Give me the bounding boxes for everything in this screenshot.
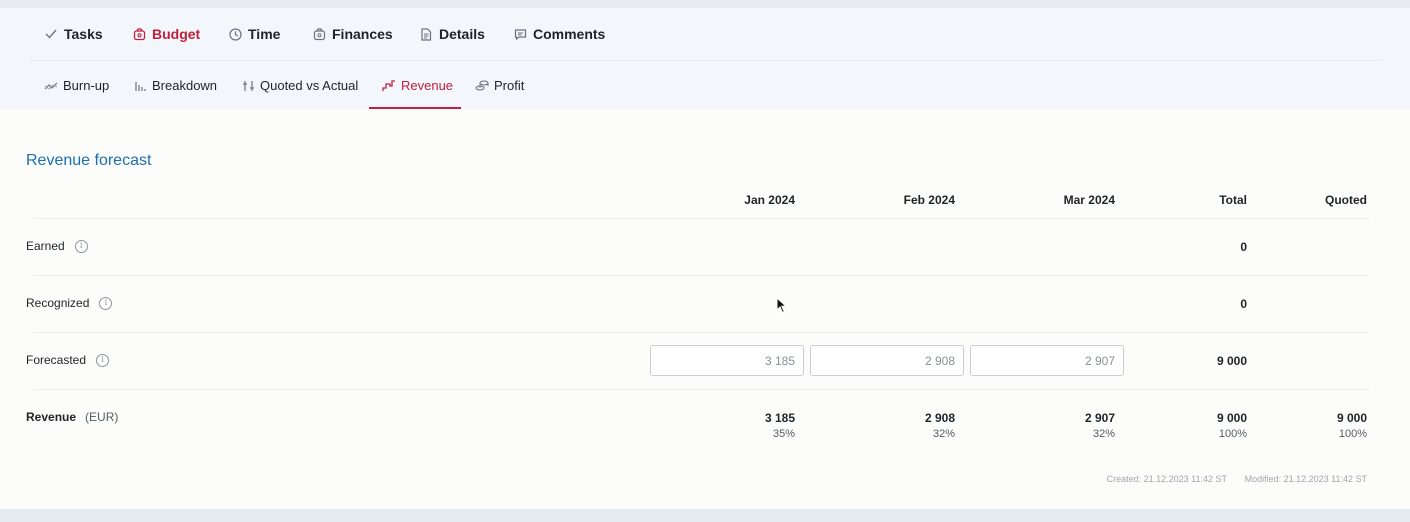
check-icon xyxy=(44,27,58,41)
column-header-quoted: Quoted xyxy=(1325,193,1367,207)
finances-icon xyxy=(312,27,326,41)
quoted-vs-actual-icon xyxy=(241,79,255,93)
tab-time[interactable]: Time xyxy=(228,8,280,60)
section-title: Revenue forecast xyxy=(26,152,152,169)
breakdown-icon xyxy=(133,79,147,93)
tab-label: Comments xyxy=(533,26,606,42)
subtab-burn-up[interactable]: Burn-up xyxy=(44,62,109,109)
revenue-mar: 2 907 xyxy=(1084,411,1115,425)
revenue-jan-percent: 35% xyxy=(772,428,795,440)
revenue-total: 9 000 xyxy=(1216,411,1247,425)
revenue-feb: 2 908 xyxy=(924,411,955,425)
tab-budget[interactable]: Budget xyxy=(132,8,200,60)
tab-label: Details xyxy=(439,26,485,42)
subtab-label: Revenue xyxy=(401,78,454,93)
tab-details[interactable]: Details xyxy=(419,8,485,60)
row-divider xyxy=(34,218,1370,219)
subtab-label: Breakdown xyxy=(152,78,218,93)
top-strip xyxy=(0,0,1410,8)
column-header-jan: Jan 2024 xyxy=(744,193,795,207)
sub-tabs: Burn-up Breakdown Quoted vs Actual Reven… xyxy=(0,62,1410,109)
row-label-text: Forecasted xyxy=(26,353,87,367)
revenue-icon xyxy=(382,79,396,93)
document-icon xyxy=(419,27,433,41)
row-earned-label: Earned i xyxy=(26,239,88,253)
info-icon[interactable]: i xyxy=(96,353,110,367)
row-label-text: Recognized xyxy=(26,296,90,310)
revenue-mar-percent: 32% xyxy=(1092,428,1115,440)
revenue-quoted-percent: 100% xyxy=(1338,428,1367,440)
revenue-total-percent: 100% xyxy=(1218,428,1247,440)
modified-timestamp: Modified: 21.12.2023 11:42 ST xyxy=(1244,474,1367,484)
tab-label: Tasks xyxy=(64,26,103,42)
forecast-input-mar[interactable] xyxy=(970,345,1124,376)
tab-tasks[interactable]: Tasks xyxy=(44,8,103,60)
tab-label: Budget xyxy=(152,26,201,42)
row-label-text: Earned xyxy=(26,239,65,253)
burnup-icon xyxy=(44,79,58,93)
comment-icon xyxy=(513,27,527,41)
revenue-panel: Revenue forecast Jan 2024 Feb 2024 Mar 2… xyxy=(0,109,1410,509)
mouse-cursor-icon xyxy=(776,296,788,319)
tab-label: Finances xyxy=(332,26,393,42)
subtab-profit[interactable]: Profit xyxy=(475,62,524,109)
subtab-label: Burn-up xyxy=(63,78,110,93)
row-revenue-label: Revenue (EUR) xyxy=(26,410,118,424)
currency-unit: (EUR) xyxy=(85,410,119,424)
column-header-feb: Feb 2024 xyxy=(903,193,955,207)
subtab-label: Quoted vs Actual xyxy=(260,78,359,93)
subtab-breakdown[interactable]: Breakdown xyxy=(133,62,217,109)
revenue-quoted: 9 000 xyxy=(1336,411,1367,425)
column-header-mar: Mar 2024 xyxy=(1063,193,1115,207)
row-recognized-label: Recognized i xyxy=(26,296,113,310)
tab-header: Tasks Budget Time Finances Details Comme… xyxy=(0,8,1410,109)
earned-total: 0 xyxy=(1240,240,1247,254)
row-divider xyxy=(34,275,1370,276)
revenue-jan: 3 185 xyxy=(764,411,795,425)
bottom-bar xyxy=(0,509,1410,522)
header-divider xyxy=(30,60,1382,61)
forecast-input-jan[interactable] xyxy=(650,345,804,376)
budget-icon xyxy=(132,27,146,41)
forecast-input-feb[interactable] xyxy=(810,345,964,376)
info-icon[interactable]: i xyxy=(99,296,113,310)
created-timestamp: Created: 21.12.2023 11:42 ST xyxy=(1106,474,1227,484)
subtab-quoted-vs-actual[interactable]: Quoted vs Actual xyxy=(241,62,358,109)
tab-comments[interactable]: Comments xyxy=(513,8,605,60)
forecasted-total: 9 000 xyxy=(1216,354,1247,368)
clock-icon xyxy=(228,27,242,41)
info-icon[interactable]: i xyxy=(74,239,88,253)
revenue-feb-percent: 32% xyxy=(932,428,955,440)
tab-finances[interactable]: Finances xyxy=(312,8,393,60)
row-divider xyxy=(34,332,1370,333)
subtab-label: Profit xyxy=(494,78,525,93)
coins-icon xyxy=(475,79,489,93)
main-tabs: Tasks Budget Time Finances Details Comme… xyxy=(0,8,1410,60)
tab-label: Time xyxy=(248,26,281,42)
row-divider xyxy=(34,389,1370,390)
row-label-text: Revenue xyxy=(26,410,77,424)
row-forecasted-label: Forecasted i xyxy=(26,353,110,367)
column-header-total: Total xyxy=(1219,193,1247,207)
subtab-revenue[interactable]: Revenue xyxy=(382,62,453,109)
recognized-total: 0 xyxy=(1240,297,1247,311)
